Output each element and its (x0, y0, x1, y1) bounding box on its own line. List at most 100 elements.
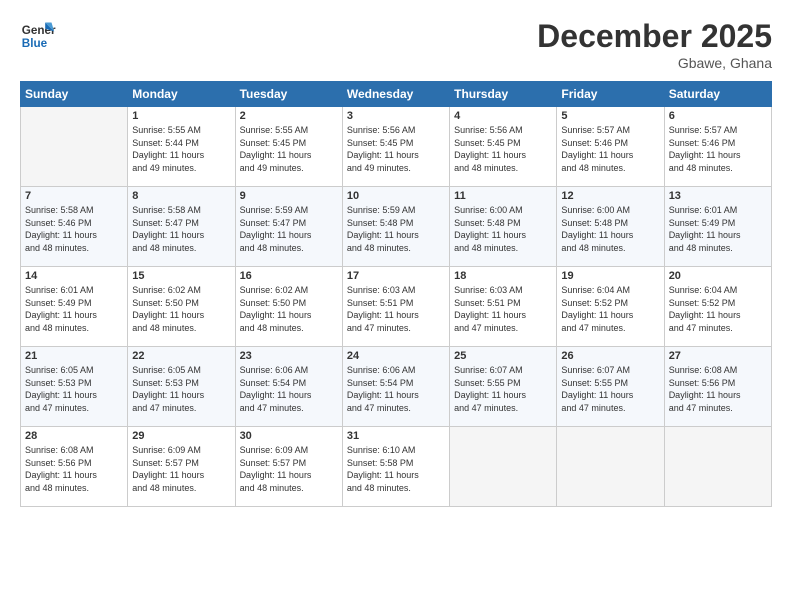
day-number: 8 (132, 190, 230, 202)
daylight-text: Daylight: 11 hoursand 48 minutes. (347, 229, 445, 254)
sunrise-text: Sunrise: 6:02 AM (240, 284, 338, 297)
cell-w3-d6: 19Sunrise: 6:04 AMSunset: 5:52 PMDayligh… (557, 267, 664, 347)
page: General Blue December 2025 Gbawe, Ghana … (0, 0, 792, 612)
week-row-2: 7Sunrise: 5:58 AMSunset: 5:46 PMDaylight… (21, 187, 772, 267)
cell-w4-d2: 22Sunrise: 6:05 AMSunset: 5:53 PMDayligh… (128, 347, 235, 427)
daylight-text: Daylight: 11 hoursand 48 minutes. (25, 469, 123, 494)
sunrise-text: Sunrise: 6:01 AM (25, 284, 123, 297)
sunrise-text: Sunrise: 6:06 AM (240, 364, 338, 377)
day-info: Sunrise: 6:10 AMSunset: 5:58 PMDaylight:… (347, 444, 445, 494)
day-info: Sunrise: 5:57 AMSunset: 5:46 PMDaylight:… (561, 124, 659, 174)
daylight-text: Daylight: 11 hoursand 48 minutes. (240, 309, 338, 334)
sunset-text: Sunset: 5:47 PM (132, 217, 230, 230)
cell-w2-d4: 10Sunrise: 5:59 AMSunset: 5:48 PMDayligh… (342, 187, 449, 267)
cell-w2-d3: 9Sunrise: 5:59 AMSunset: 5:47 PMDaylight… (235, 187, 342, 267)
day-info: Sunrise: 6:01 AMSunset: 5:49 PMDaylight:… (669, 204, 767, 254)
sunrise-text: Sunrise: 5:59 AM (347, 204, 445, 217)
day-number: 13 (669, 190, 767, 202)
daylight-text: Daylight: 11 hoursand 49 minutes. (132, 149, 230, 174)
day-number: 5 (561, 110, 659, 122)
day-info: Sunrise: 6:06 AMSunset: 5:54 PMDaylight:… (240, 364, 338, 414)
daylight-text: Daylight: 11 hoursand 47 minutes. (132, 389, 230, 414)
col-monday: Monday (128, 82, 235, 107)
day-number: 31 (347, 430, 445, 442)
daylight-text: Daylight: 11 hoursand 48 minutes. (454, 149, 552, 174)
sunset-text: Sunset: 5:58 PM (347, 457, 445, 470)
daylight-text: Daylight: 11 hoursand 47 minutes. (347, 389, 445, 414)
sunrise-text: Sunrise: 6:08 AM (25, 444, 123, 457)
day-info: Sunrise: 5:58 AMSunset: 5:47 PMDaylight:… (132, 204, 230, 254)
calendar-table: Sunday Monday Tuesday Wednesday Thursday… (20, 81, 772, 507)
cell-w4-d4: 24 Sunrise: 6:06 AMSunset: 5:54 PMDayligh… (342, 347, 449, 427)
cell-w3-d3: 16Sunrise: 6:02 AMSunset: 5:50 PMDayligh… (235, 267, 342, 347)
cell-w2-d7: 13 Sunrise: 6:01 AMSunset: 5:49 PMDayligh… (664, 187, 771, 267)
logo: General Blue (20, 18, 56, 54)
sunset-text: Sunset: 5:49 PM (25, 297, 123, 310)
day-number: 15 (132, 270, 230, 282)
sunset-text: Sunset: 5:57 PM (132, 457, 230, 470)
sunrise-text: Sunrise: 5:56 AM (347, 124, 445, 137)
cell-w1-d3: 2 Sunrise: 5:55 AMSunset: 5:45 PMDaylight… (235, 107, 342, 187)
daylight-text: Daylight: 11 hoursand 48 minutes. (669, 229, 767, 254)
cell-w1-d7: 6Sunrise: 5:57 AMSunset: 5:46 PMDaylight… (664, 107, 771, 187)
sunrise-text: Sunrise: 6:06 AM (347, 364, 445, 377)
sunrise-text: Sunrise: 6:05 AM (25, 364, 123, 377)
sunrise-text: Sunrise: 6:07 AM (561, 364, 659, 377)
sunset-text: Sunset: 5:50 PM (132, 297, 230, 310)
cell-w3-d4: 17Sunrise: 6:03 AMSunset: 5:51 PMDayligh… (342, 267, 449, 347)
sunrise-text: Sunrise: 6:02 AM (132, 284, 230, 297)
day-number: 11 (454, 190, 552, 202)
sunset-text: Sunset: 5:45 PM (347, 137, 445, 150)
day-info: Sunrise: 6:02 AMSunset: 5:50 PMDaylight:… (132, 284, 230, 334)
day-info: Sunrise: 6:02 AMSunset: 5:50 PMDaylight:… (240, 284, 338, 334)
day-info: Sunrise: 5:59 AMSunset: 5:48 PMDaylight:… (347, 204, 445, 254)
daylight-text: Daylight: 11 hoursand 48 minutes. (561, 149, 659, 174)
sunset-text: Sunset: 5:54 PM (347, 377, 445, 390)
sunrise-text: Sunrise: 6:09 AM (132, 444, 230, 457)
daylight-text: Daylight: 11 hoursand 47 minutes. (669, 389, 767, 414)
cell-w5-d4: 31 Sunrise: 6:10 AMSunset: 5:58 PMDayligh… (342, 427, 449, 507)
day-number: 28 (25, 430, 123, 442)
daylight-text: Daylight: 11 hoursand 47 minutes. (561, 309, 659, 334)
sunset-text: Sunset: 5:57 PM (240, 457, 338, 470)
sunrise-text: Sunrise: 6:03 AM (347, 284, 445, 297)
sunset-text: Sunset: 5:52 PM (669, 297, 767, 310)
cell-w5-d1: 28 Sunrise: 6:08 AMSunset: 5:56 PMDayligh… (21, 427, 128, 507)
day-info: Sunrise: 6:06 AMSunset: 5:54 PMDaylight:… (347, 364, 445, 414)
cell-w5-d3: 30Sunrise: 6:09 AMSunset: 5:57 PMDayligh… (235, 427, 342, 507)
sunset-text: Sunset: 5:56 PM (25, 457, 123, 470)
sunrise-text: Sunrise: 5:59 AM (240, 204, 338, 217)
sunset-text: Sunset: 5:46 PM (25, 217, 123, 230)
sunset-text: Sunset: 5:45 PM (240, 137, 338, 150)
daylight-text: Daylight: 11 hoursand 47 minutes. (669, 309, 767, 334)
cell-w4-d6: 26Sunrise: 6:07 AMSunset: 5:55 PMDayligh… (557, 347, 664, 427)
daylight-text: Daylight: 11 hoursand 47 minutes. (25, 389, 123, 414)
day-number: 27 (669, 350, 767, 362)
sunrise-text: Sunrise: 6:07 AM (454, 364, 552, 377)
cell-w1-d5: 4Sunrise: 5:56 AMSunset: 5:45 PMDaylight… (450, 107, 557, 187)
cell-w5-d2: 29Sunrise: 6:09 AMSunset: 5:57 PMDayligh… (128, 427, 235, 507)
sunset-text: Sunset: 5:48 PM (561, 217, 659, 230)
logo-icon: General Blue (20, 18, 56, 54)
week-row-5: 28 Sunrise: 6:08 AMSunset: 5:56 PMDayligh… (21, 427, 772, 507)
title-block: December 2025 Gbawe, Ghana (537, 18, 772, 71)
month-title: December 2025 (537, 18, 772, 55)
sunrise-text: Sunrise: 6:03 AM (454, 284, 552, 297)
sunset-text: Sunset: 5:56 PM (669, 377, 767, 390)
col-sunday: Sunday (21, 82, 128, 107)
day-number: 24 (347, 350, 445, 362)
sunset-text: Sunset: 5:53 PM (132, 377, 230, 390)
cell-w3-d2: 15 Sunrise: 6:02 AMSunset: 5:50 PMDayligh… (128, 267, 235, 347)
daylight-text: Daylight: 11 hoursand 47 minutes. (347, 309, 445, 334)
day-info: Sunrise: 5:55 AMSunset: 5:45 PMDaylight:… (240, 124, 338, 174)
sunrise-text: Sunrise: 6:05 AM (132, 364, 230, 377)
sunrise-text: Sunrise: 5:55 AM (132, 124, 230, 137)
day-number: 20 (669, 270, 767, 282)
day-info: Sunrise: 6:07 AMSunset: 5:55 PMDaylight:… (561, 364, 659, 414)
sunset-text: Sunset: 5:47 PM (240, 217, 338, 230)
day-info: Sunrise: 5:55 AMSunset: 5:44 PMDaylight:… (132, 124, 230, 174)
sunrise-text: Sunrise: 6:10 AM (347, 444, 445, 457)
day-number: 1 (132, 110, 230, 122)
day-number: 2 (240, 110, 338, 122)
sunset-text: Sunset: 5:50 PM (240, 297, 338, 310)
